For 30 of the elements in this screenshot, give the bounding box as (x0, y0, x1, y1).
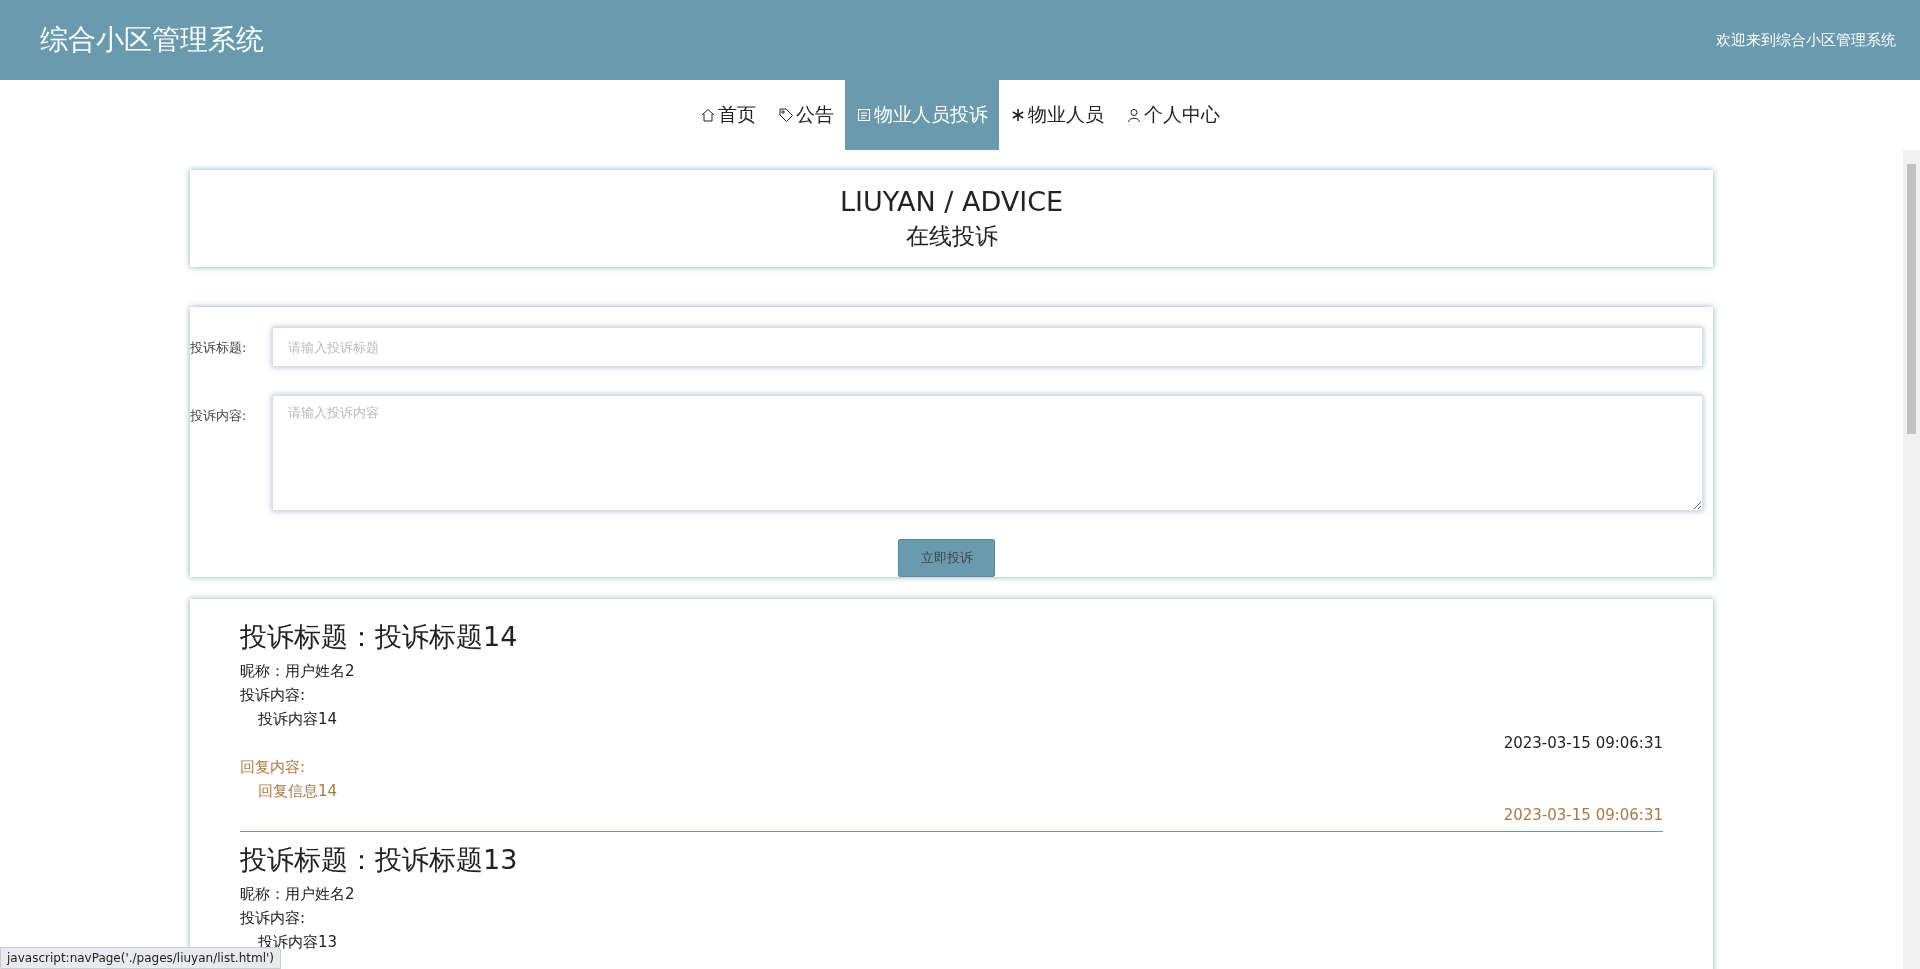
nickname-text: 昵称：用户姓名2 (240, 884, 356, 905)
complaint-content: 投诉内容14 (257, 709, 339, 730)
home-icon (700, 107, 716, 123)
user-icon (1126, 107, 1142, 123)
field-label: 投诉标题: (190, 339, 248, 357)
content-label: 投诉内容: (240, 685, 307, 706)
status-bar-url: javascript:navPage('./pages/liuyan/list.html') (0, 947, 281, 969)
nav-tab[interactable]: 物业人员 (999, 80, 1115, 150)
banner-title: LIUYAN / ADVICE (839, 185, 1064, 217)
nav-tab[interactable]: 首页 (689, 80, 767, 150)
reply-time: 2023-03-15 09:06:31 (1502, 805, 1663, 826)
banner-subtitle: 在线投诉 (905, 221, 998, 251)
complaint-title: 投诉标题：投诉标题14 (240, 620, 519, 654)
tag-icon (778, 107, 794, 123)
complaint-title: 投诉标题：投诉标题13 (240, 843, 519, 877)
complaint-time: 2023-03-15 09:06:31 (1502, 733, 1663, 754)
welcome-text: 欢迎来到综合小区管理系统 (1716, 30, 1896, 50)
nav-tab[interactable]: 公告 (767, 80, 845, 150)
reply-label: 回复内容: (240, 757, 307, 778)
title-input[interactable]: 请输入投诉标题 (272, 327, 1703, 367)
reply-content: 回复信息14 (257, 781, 339, 802)
content-textarea[interactable]: 请输入投诉内容 (272, 395, 1703, 511)
scrollbar[interactable] (1903, 150, 1920, 969)
snowflake-icon (1010, 107, 1026, 123)
content-label: 投诉内容: (240, 908, 307, 929)
nickname-text: 昵称：用户姓名2 (240, 661, 356, 682)
site-title: 综合小区管理系统 (40, 22, 264, 58)
document-icon (856, 107, 872, 123)
nav-tab[interactable]: 个人中心 (1115, 80, 1231, 150)
field-label: 投诉内容: (190, 407, 248, 425)
